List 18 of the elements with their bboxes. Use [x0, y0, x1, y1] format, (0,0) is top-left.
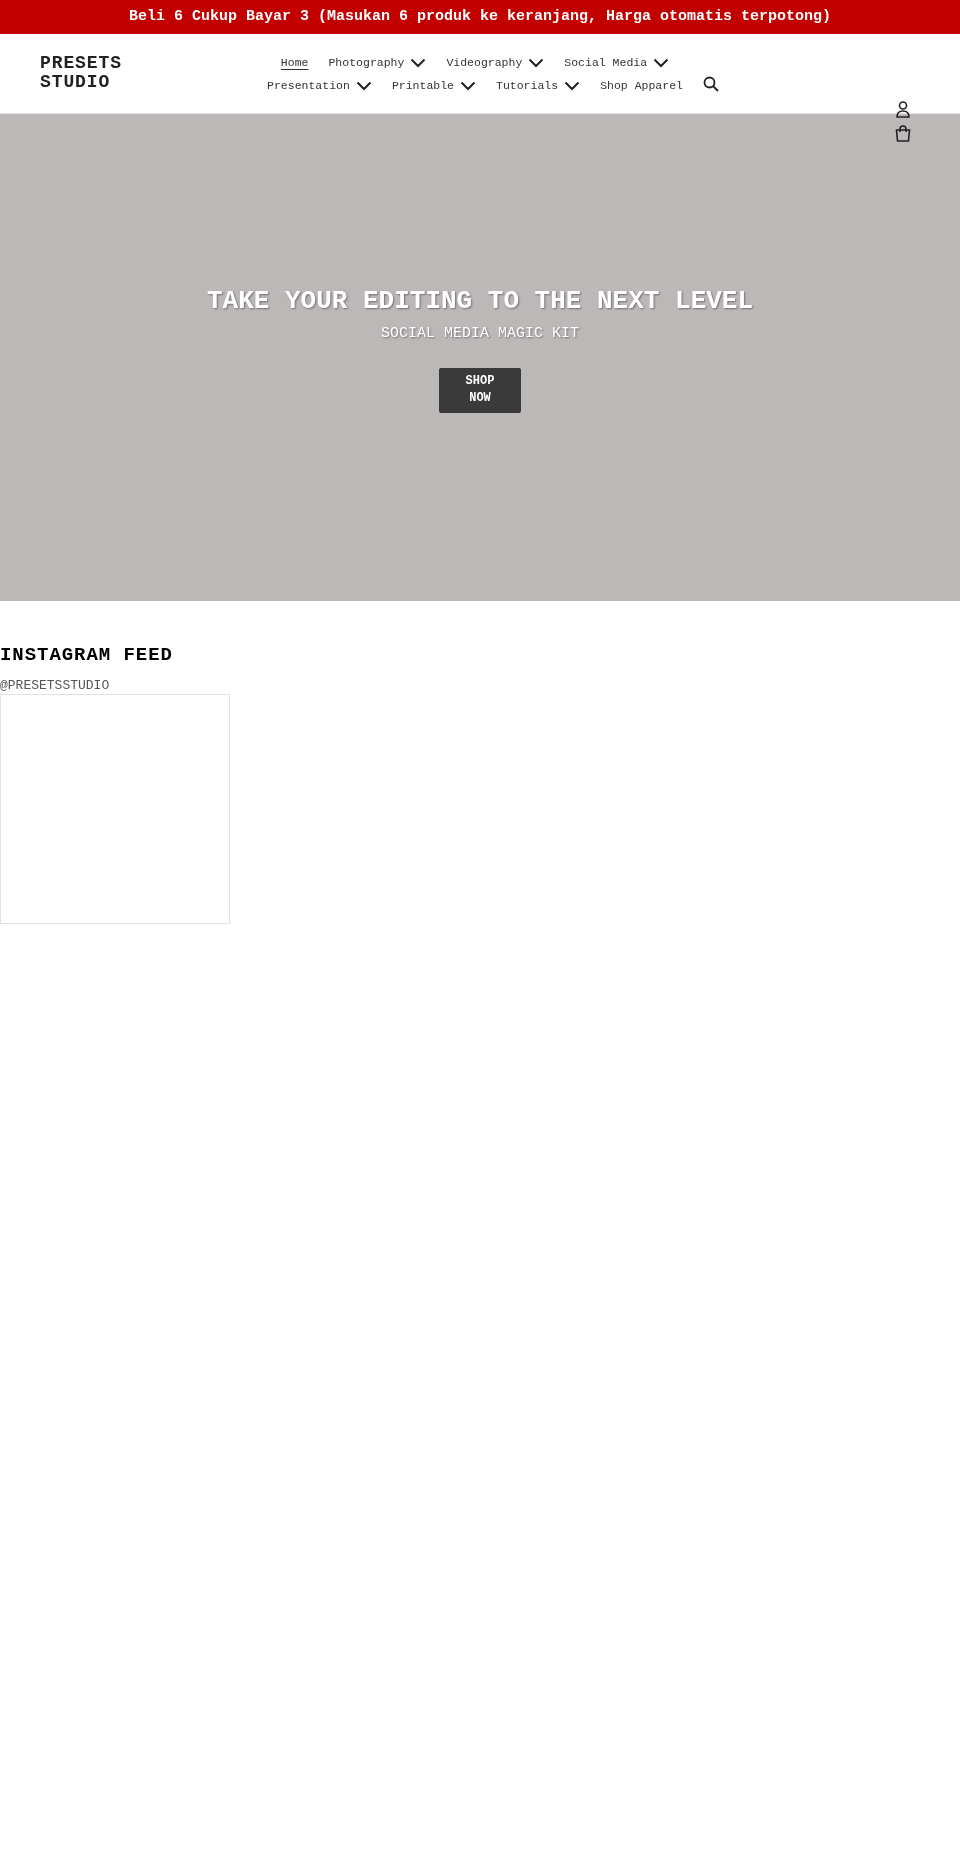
shop-now-button[interactable]: SHOP NOW: [439, 367, 521, 413]
nav-link[interactable]: Videography: [446, 54, 545, 72]
cart-icon[interactable]: [895, 125, 911, 142]
instagram-handle: @PRESETSSTUDIO: [0, 677, 111, 694]
nav-link[interactable]: Shop Apparel: [600, 77, 683, 95]
announcement-text: Beli 6 Cukup Bayar 3 (Masukan 6 produk ke keranjang, Harga otomatis terpotong): [128, 6, 832, 27]
nav-link[interactable]: Presentation: [267, 77, 372, 95]
nav-link[interactable]: Printable: [391, 77, 476, 95]
nav-link[interactable]: Social Media: [564, 54, 670, 72]
account-icon[interactable]: [896, 101, 910, 118]
hero-subtitle: SOCIAL MEDIA MAGIC KIT: [380, 324, 579, 345]
site-logo[interactable]: PRESETS STUDIO: [40, 54, 130, 92]
nav-link[interactable]: Tutorials: [496, 77, 581, 95]
section-title: INSTAGRAM FEED: [0, 643, 174, 668]
hero-title: TAKE YOUR EDITING TO THE NEXT LEVEL: [206, 285, 754, 319]
nav-link[interactable]: Home: [280, 54, 309, 72]
search-icon[interactable]: [703, 76, 719, 92]
nav-link[interactable]: Photography: [328, 54, 427, 72]
